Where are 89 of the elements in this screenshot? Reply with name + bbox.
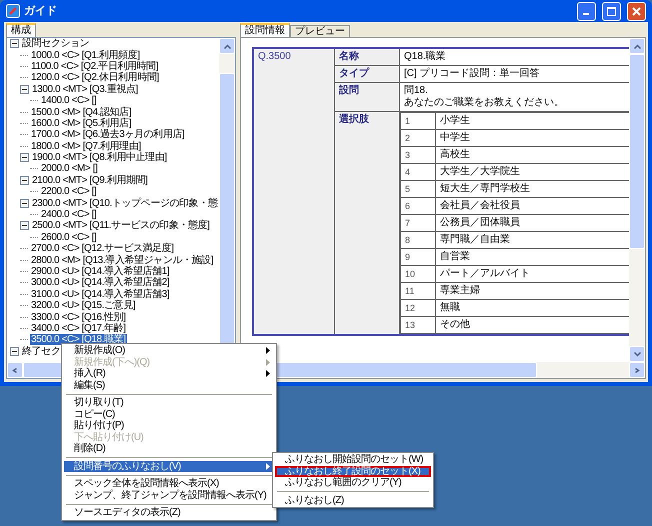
tree-item[interactable]: 1400.0 <C> [] (40, 95, 98, 106)
field-label: タイプ (334, 66, 400, 82)
tree-item[interactable]: 3400.0 <C> [Q17.年齢] (30, 322, 127, 334)
collapse-toggle-icon[interactable] (10, 39, 19, 48)
tree-item[interactable]: 1200.0 <C> [Q2.休日利用時間] (30, 72, 160, 84)
tree-item[interactable]: 2700.0 <C> [Q12.サービス満足度] (30, 243, 175, 254)
scroll-right-icon (634, 368, 640, 372)
menu-item[interactable]: 貼り付け(P) (64, 420, 274, 432)
tree-item[interactable]: 2400.0 <C> [] (40, 209, 98, 220)
tree-item[interactable]: 終了セク (21, 346, 62, 357)
choice-text: 公務員／団体職員 (436, 214, 629, 232)
choice-text: 専門職／自由業 (436, 232, 629, 248)
menu-item[interactable]: ふりなおし終了設問のセット(X) (275, 466, 432, 477)
vertical-scrollbar[interactable] (629, 38, 645, 362)
scroll-up-icon (634, 44, 640, 48)
field-label: 選択肢 (334, 112, 400, 335)
scroll-left-icon (12, 368, 18, 372)
scrollbar-thumb[interactable] (629, 54, 645, 250)
maximize-button[interactable] (602, 2, 621, 20)
choice-text: 専業主婦 (436, 282, 629, 300)
app-icon (6, 4, 20, 18)
tree-item[interactable]: 1900.0 <MT> [Q8.利用中止理由] (31, 152, 168, 164)
tree-item[interactable]: 1700.0 <M> [Q6.過去3ヶ月の利用店] (30, 129, 186, 140)
minimize-button[interactable] (577, 2, 596, 20)
menu-item[interactable]: 削除(D) (64, 443, 274, 454)
tree-item[interactable]: 2000.0 <M> [] (40, 163, 99, 174)
choice-text: その他 (436, 316, 629, 334)
choice-number: 1 (400, 112, 436, 130)
collapse-toggle-icon[interactable] (20, 221, 29, 230)
tab[interactable]: 構成 (6, 23, 36, 37)
choice-text: 中学生 (436, 130, 629, 146)
scroll-down-icon (634, 352, 640, 356)
submenu-arrow-icon (266, 462, 270, 470)
choice-text: 自営業 (436, 248, 629, 266)
tab[interactable]: プレビュー (290, 25, 350, 37)
question-id: Q.3500 (253, 48, 334, 335)
tree-item[interactable]: 2800.0 <M> [Q13.導入希望ジャンル・施設] (30, 254, 214, 266)
menu-item[interactable]: 編集(S) (64, 380, 274, 391)
tree-item[interactable]: 3000.0 <U> [Q14.導入希望店舗2] (30, 277, 170, 288)
choice-text: 高校生 (436, 146, 629, 164)
menu-item[interactable]: ふりなおし開始設問のセット(W) (275, 454, 432, 466)
maximize-icon (607, 6, 616, 16)
tree-item[interactable]: 2300.0 <MT> [Q10.トップページの印象・態 (31, 198, 219, 209)
tab[interactable]: 設問情報 (240, 23, 290, 37)
choice-text: パート／アルバイト (436, 266, 629, 282)
collapse-toggle-icon[interactable] (20, 176, 29, 185)
tree-item[interactable]: 1600.0 <M> [Q5.利用店] (30, 118, 132, 129)
menu-item[interactable]: ふりなおし範囲のクリア(Y) (275, 477, 432, 488)
menu-item[interactable]: 新規作成(O) (64, 345, 274, 356)
menu-item[interactable]: 切り取り(T) (64, 397, 274, 408)
choice-text: 無職 (436, 300, 629, 316)
tree-item[interactable]: 2200.0 <C> [] (40, 186, 98, 198)
tree-item[interactable]: 3100.0 <U> [Q14.導入希望店舗3] (30, 288, 170, 300)
collapse-toggle-icon[interactable] (10, 346, 19, 356)
menu-item[interactable]: ふりなおし(Z) (275, 494, 432, 506)
collapse-toggle-icon[interactable] (20, 153, 29, 162)
tree-item[interactable]: 1500.0 <M> [Q4.認知店] (30, 106, 132, 118)
tree-item[interactable]: 3300.0 <C> [Q16.性別] (30, 312, 127, 323)
tree-item[interactable]: 設問セクション (21, 38, 90, 50)
field-label: 名称 (334, 48, 400, 66)
menu-item[interactable]: コピー(C) (64, 408, 274, 420)
tree-item[interactable]: 2500.0 <MT> [Q11.サービスの印象・態度] (31, 220, 211, 232)
window-title: ガイド (24, 5, 58, 17)
menu-item[interactable]: 設問番号のふりなおし(V) (64, 460, 274, 472)
tree-item[interactable]: 2900.0 <U> [Q14.導入希望店舗1] (30, 266, 170, 277)
tree-item[interactable]: 1300.0 <MT> [Q3.重視点] (31, 84, 139, 95)
menu-item[interactable]: 挿入(R) (64, 368, 274, 380)
tree-item[interactable]: 1100.0 <C> [Q2.平日利用時間] (30, 60, 160, 72)
tree-item[interactable]: 2100.0 <MT> [Q9.利用期間] (31, 174, 149, 186)
tree-item[interactable]: 3200.0 <U> [Q15.ご意見] (30, 300, 136, 312)
close-button[interactable] (627, 2, 646, 20)
menu-item[interactable]: ソースエディタの表示(Z) (64, 507, 274, 518)
field-value: 問18. あなたのご職業をお教えください。 (400, 82, 629, 112)
choice-text: 大学生／大学院生 (436, 164, 629, 180)
field-label: 設問 (334, 82, 400, 112)
collapse-toggle-icon[interactable] (20, 198, 29, 208)
collapse-toggle-icon[interactable] (20, 84, 29, 94)
close-icon (632, 6, 641, 16)
choice-text: 短大生／専門学校生 (436, 180, 629, 198)
choice-text: 会社員／会社役員 (436, 198, 629, 214)
scroll-up-icon (224, 44, 230, 48)
tree-item[interactable]: 1800.0 <M> [Q7.利用理由] (30, 140, 142, 152)
field-value: Q18.職業 (400, 48, 629, 66)
menu-item[interactable]: ジャンプ、終了ジャンプを設問情報へ表示(Y) (64, 490, 274, 501)
tree-item[interactable]: 1000.0 <C> [Q1.利用頻度] (30, 50, 141, 61)
menu-item[interactable]: スペック全体を設問情報へ表示(X) (64, 478, 274, 490)
field-value: [C] プリコード設問：単一回答 (400, 66, 629, 82)
choice-text: 小学生 (436, 112, 629, 130)
tree-item[interactable]: 2600.0 <C> [] (40, 232, 98, 243)
